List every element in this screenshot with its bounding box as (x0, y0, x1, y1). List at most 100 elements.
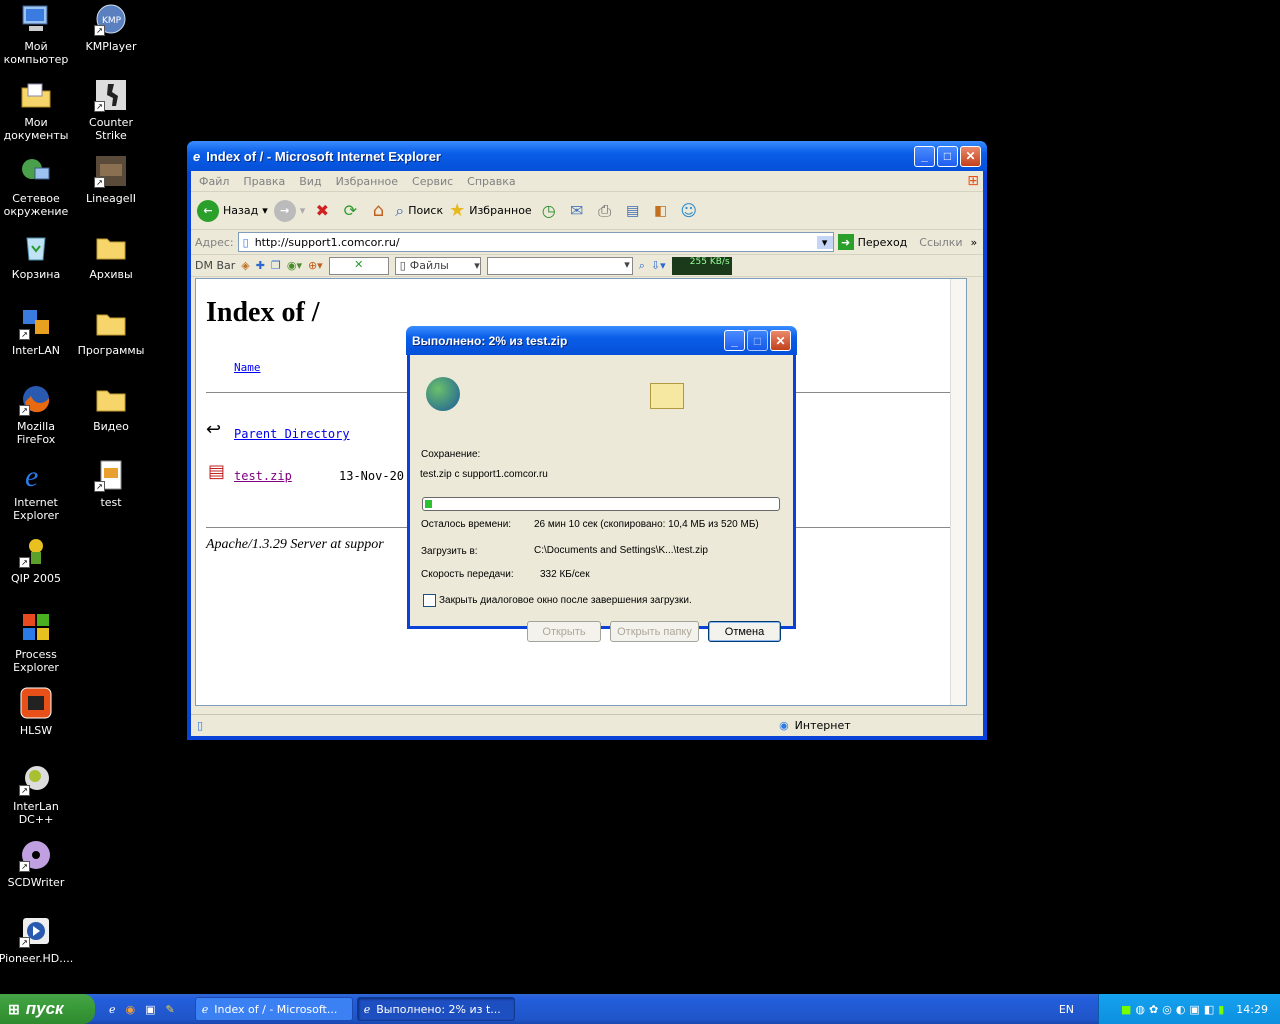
cancel-button[interactable]: Отмена (708, 621, 781, 642)
print-icon[interactable]: ⎙ (594, 200, 616, 222)
icon-label: Видео (93, 420, 129, 433)
ie-titlebar[interactable]: e Index of / - Microsoft Internet Explor… (187, 141, 987, 171)
start-button[interactable]: ⊞ пуск (0, 994, 95, 1024)
desktop-icon-programs[interactable]: Программы (73, 306, 149, 357)
menu-tools[interactable]: Сервис (412, 175, 453, 188)
forward-button[interactable]: → ▾ (273, 199, 305, 222)
icon-label: InterLan (13, 800, 59, 813)
clock[interactable]: 14:29 (1236, 1003, 1268, 1016)
page-heading: Index of / (206, 297, 320, 328)
tray-nvidia-icon[interactable]: ■ (1121, 1003, 1131, 1016)
desktop-icon-counter-strike[interactable]: ↗ Counter Strike (73, 78, 149, 142)
desktop-icon-interlan[interactable]: ↗ InterLAN (0, 306, 74, 357)
desktop-icon-process-explorer[interactable]: Process Explorer (0, 610, 74, 674)
desktop-icon-hlsw[interactable]: HLSW (0, 686, 74, 737)
tray-app-icon[interactable]: ◧ (1204, 1003, 1214, 1016)
close-button[interactable]: ✕ (960, 145, 981, 167)
quicklaunch-app-icon[interactable]: ▣ (145, 1003, 155, 1016)
desktop-icon-archives[interactable]: Архивы (73, 230, 149, 281)
chevron-down-icon[interactable]: ▾ (816, 235, 833, 249)
vertical-scrollbar[interactable] (950, 279, 966, 705)
minimize-button[interactable]: _ (724, 330, 745, 351)
folder-icon (94, 306, 128, 340)
desktop-icon-internet-explorer[interactable]: e Internet Explorer (0, 458, 74, 522)
dm-files-select[interactable]: ▯ Файлы ▾ (394, 256, 481, 275)
tray-app-icon[interactable]: ◐ (1176, 1003, 1186, 1016)
dm-add-icon[interactable]: ✚ (256, 259, 265, 272)
refresh-icon[interactable]: ⟳ (339, 200, 361, 222)
desktop-icon-test[interactable]: ↗ test (73, 458, 149, 509)
search-icon: ⌕ (395, 200, 405, 220)
desktop-icon-lineage[interactable]: ↗ LineageII (73, 154, 149, 205)
desktop-icon-video[interactable]: Видео (73, 382, 149, 433)
close-on-complete-label[interactable]: Закрыть диалоговое окно после завершения… (439, 595, 692, 606)
minimize-button[interactable]: _ (914, 145, 935, 167)
discuss-icon[interactable]: ◧ (650, 200, 672, 222)
task-ie[interactable]: ℯ Index of / - Microsoft... (194, 997, 353, 1021)
desktop-icon-interlan-dc[interactable]: ↗ InterLan DC++ (0, 762, 74, 826)
open-button[interactable]: Открыть (527, 621, 601, 642)
desktop-icon-my-computer[interactable]: Мой компьютер (0, 2, 74, 66)
desktop-icon-scdwriter[interactable]: ↗ SCDWriter (0, 838, 74, 889)
back-button[interactable]: ← Назад ▾ (197, 199, 268, 222)
go-button[interactable]: ➜ Переход (837, 234, 907, 250)
dialog-titlebar[interactable]: Выполнено: 2% из test.zip _ □ ✕ (406, 326, 797, 355)
tray-app-icon[interactable]: ◍ (1135, 1003, 1145, 1016)
test-zip-link[interactable]: test.zip (234, 469, 292, 483)
dm-copy-icon[interactable]: ❐ (271, 259, 281, 272)
mail-icon[interactable]: ✉ (566, 200, 588, 222)
quicklaunch-ie-icon[interactable]: ℯ (109, 1003, 116, 1016)
search-button[interactable]: ⌕ Поиск (395, 201, 443, 221)
task-download[interactable]: ℯ Выполнено: 2% из t... (356, 997, 515, 1021)
address-input[interactable]: ▯ http://support1.comcor.ru/ ▾ (237, 232, 834, 252)
dm-search-input[interactable]: ▾ (486, 256, 633, 275)
quicklaunch-edit-icon[interactable]: ✎ (166, 1003, 175, 1016)
time-left-value: 26 мин 10 сек (скопировано: 10,4 МБ из 5… (534, 519, 759, 530)
maximize-button[interactable]: □ (747, 330, 768, 351)
desktop-icon-kmplayer[interactable]: KMP ↗ KMPlayer (73, 2, 149, 53)
tray-app-icon[interactable]: ▮ (1218, 1003, 1224, 1016)
icon-label: Explorer (13, 661, 59, 674)
menu-view[interactable]: Вид (299, 175, 321, 188)
tray-app-icon[interactable]: ✿ (1149, 1003, 1158, 1016)
chevron-right-icon[interactable]: » (971, 236, 978, 249)
maximize-button[interactable]: □ (937, 145, 958, 167)
dm-sparkle-box[interactable]: ✕ (328, 256, 389, 275)
favorites-button[interactable]: ★ Избранное (449, 200, 532, 221)
desktop-icon-recycle-bin[interactable]: Корзина (0, 230, 74, 281)
menu-edit[interactable]: Правка (243, 175, 285, 188)
tray-app-icon[interactable]: ▣ (1189, 1003, 1199, 1016)
menu-favorites[interactable]: Избранное (336, 175, 398, 188)
desktop-icon-network[interactable]: Сетевое окружение (0, 154, 74, 218)
dm-down-icon[interactable]: ⇩▾ (651, 259, 666, 272)
icon-label: окружение (3, 205, 69, 218)
dm-speed-meter: 255 KB/s (671, 256, 732, 275)
desktop-icon-firefox[interactable]: ↗ Mozilla FireFox (0, 382, 74, 446)
edit-icon[interactable]: ▤ (622, 200, 644, 222)
desktop-icon-qip[interactable]: ↗ QIP 2005 (0, 534, 74, 585)
tray-app-icon[interactable]: ◎ (1162, 1003, 1172, 1016)
links-label[interactable]: Ссылки (919, 236, 962, 249)
language-indicator[interactable]: EN (1059, 1003, 1074, 1016)
dm-queue-icon[interactable]: ⊕▾ (308, 259, 323, 272)
close-on-complete-checkbox[interactable] (423, 594, 436, 607)
quicklaunch-firefox-icon[interactable]: ◉ (126, 1003, 136, 1016)
parent-directory-link[interactable]: Parent Directory (234, 427, 350, 441)
dm-download-icon[interactable]: ◈ (241, 259, 249, 272)
close-button[interactable]: ✕ (770, 330, 791, 351)
menu-file[interactable]: Файл (199, 175, 229, 188)
desktop-icon-my-documents[interactable]: Мои документы (0, 78, 74, 142)
menu-help[interactable]: Справка (467, 175, 515, 188)
messenger-icon[interactable]: ☺ (678, 200, 700, 222)
open-folder-button[interactable]: Открыть папку (610, 621, 699, 642)
ie-window-title: Index of / - Microsoft Internet Explorer (206, 148, 441, 164)
dm-globe-icon[interactable]: ◉▾ (287, 259, 302, 272)
column-name-link[interactable]: Name (234, 361, 261, 374)
dm-search-icon[interactable]: ⌕ (639, 259, 645, 273)
history-icon[interactable]: ◷ (538, 200, 560, 222)
home-icon[interactable]: ⌂ (367, 200, 389, 222)
file-date: 13-Nov-20 (339, 469, 405, 483)
stop-icon[interactable]: ✖ (311, 200, 333, 222)
desktop-icon-pioneer[interactable]: ↗ Pioneer.HD.... (0, 914, 74, 965)
kmplayer-icon: KMP ↗ (94, 2, 128, 36)
